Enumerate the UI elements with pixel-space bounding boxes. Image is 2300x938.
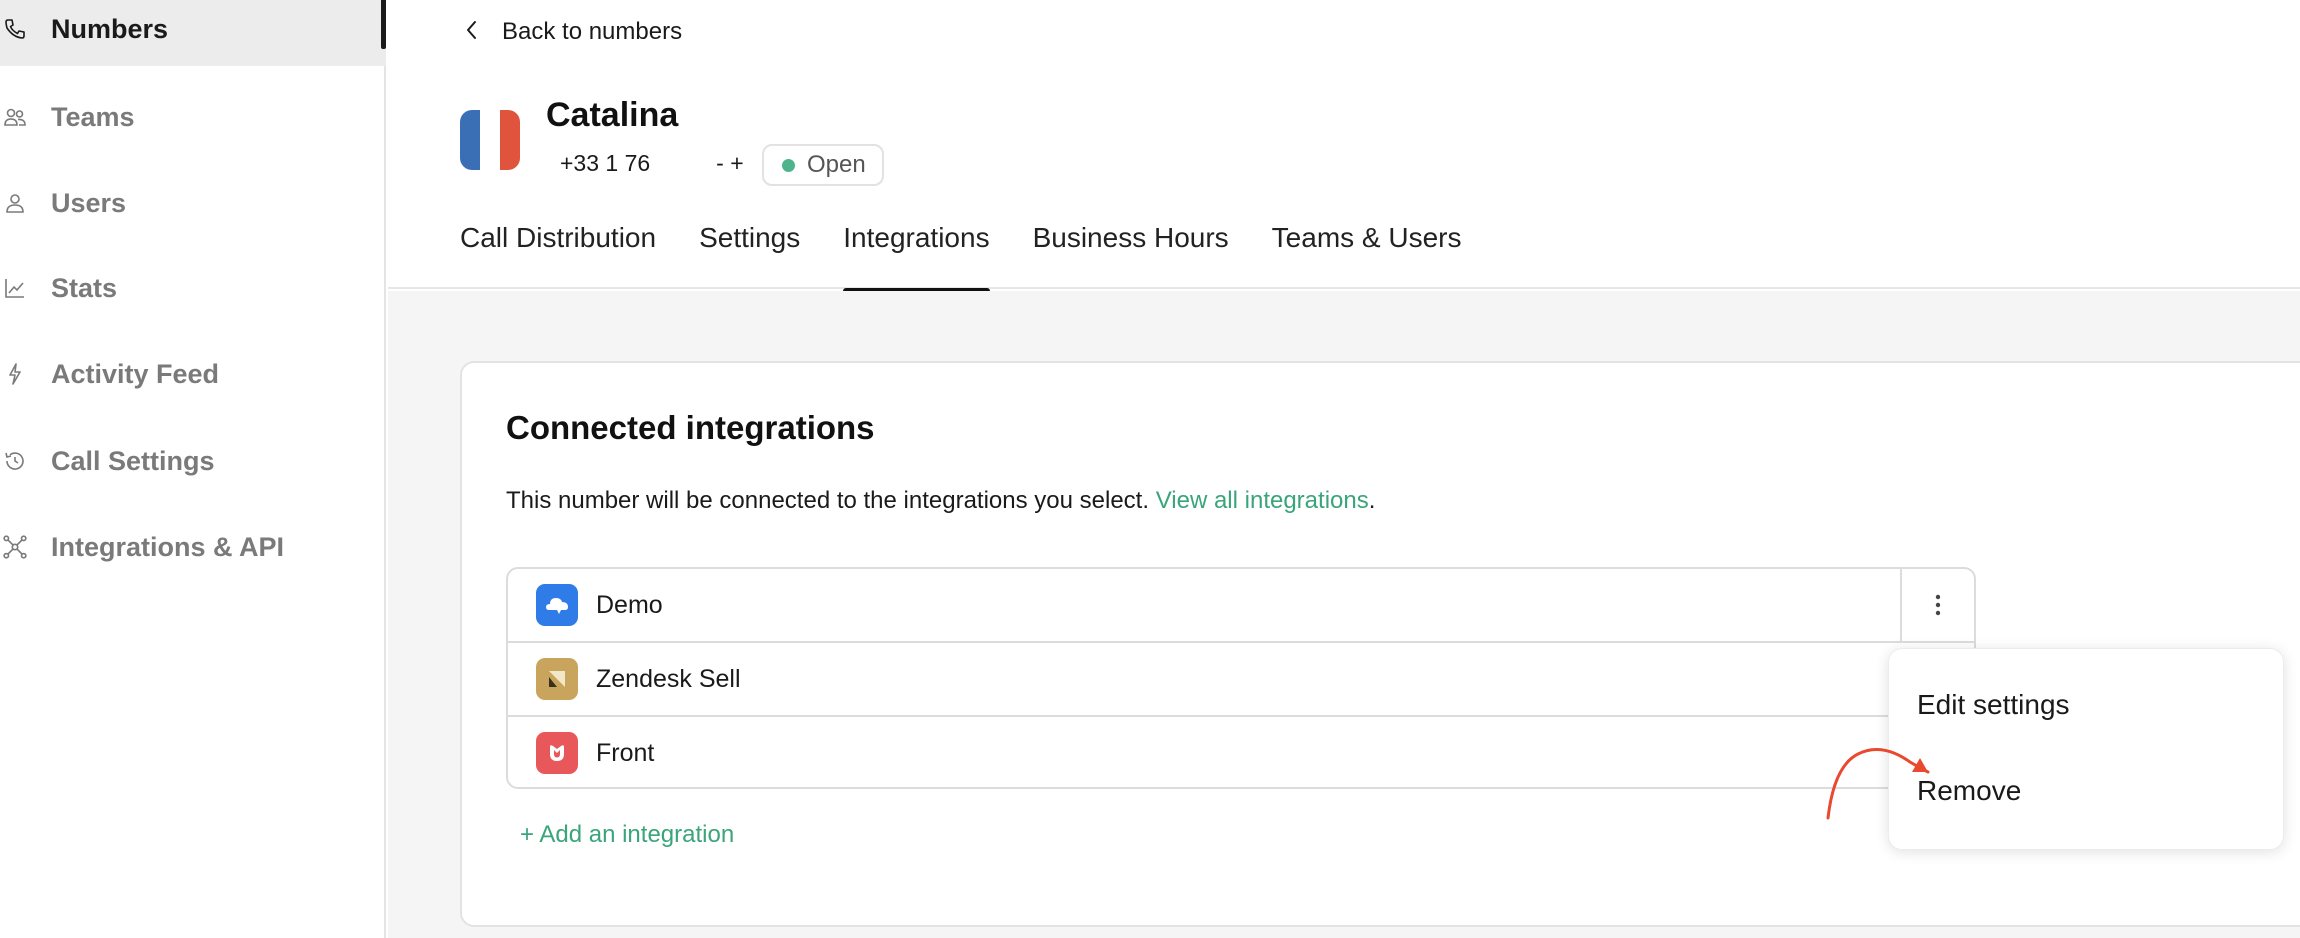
page-title: Catalina bbox=[546, 96, 679, 134]
integration-row-demo[interactable]: Demo bbox=[508, 569, 1974, 641]
sidebar-item-label: Stats bbox=[51, 272, 118, 303]
integration-name: Zendesk Sell bbox=[596, 664, 741, 693]
sidebar-item-label: Numbers bbox=[51, 13, 169, 44]
user-icon bbox=[2, 190, 28, 216]
sidebar-item-call-settings[interactable]: Call Settings bbox=[0, 424, 386, 498]
sidebar-item-label: Users bbox=[51, 187, 127, 218]
chart-icon bbox=[2, 275, 28, 301]
back-link-label: Back to numbers bbox=[502, 18, 683, 45]
sidebar-item-label: Integrations & API bbox=[51, 531, 285, 562]
zendesk-sell-icon bbox=[536, 658, 578, 700]
view-all-integrations-link[interactable]: View all integrations bbox=[1156, 487, 1369, 514]
integration-row-zendesk-sell[interactable]: Zendesk Sell bbox=[508, 643, 1974, 715]
sidebar-item-numbers[interactable]: Numbers bbox=[0, 0, 386, 66]
integration-name: Demo bbox=[596, 590, 663, 619]
sidebar-item-teams[interactable]: Teams bbox=[0, 80, 386, 154]
add-integration-button[interactable]: + Add an integration bbox=[520, 821, 734, 849]
sidebar-item-users[interactable]: Users bbox=[0, 166, 386, 240]
sidebar-item-label: Activity Feed bbox=[51, 358, 220, 389]
back-link[interactable]: Back to numbers bbox=[464, 18, 702, 46]
kebab-menu-icon bbox=[1935, 594, 1941, 616]
demo-app-icon bbox=[536, 584, 578, 626]
bolt-icon bbox=[2, 361, 28, 387]
teams-icon bbox=[2, 104, 28, 130]
sidebar-item-stats[interactable]: Stats bbox=[0, 251, 386, 325]
sidebar-item-label: Teams bbox=[51, 101, 135, 132]
front-app-icon bbox=[536, 732, 578, 774]
phone-number: +33 1 76 - + bbox=[560, 150, 744, 177]
tab-integrations[interactable]: Integrations bbox=[843, 222, 990, 295]
chevron-left-icon bbox=[464, 19, 480, 46]
sidebar-item-integrations-api[interactable]: Integrations & API bbox=[0, 510, 386, 584]
card-description: This number will be connected to the int… bbox=[506, 487, 1375, 515]
integration-name: Front bbox=[596, 738, 655, 767]
tab-settings[interactable]: Settings bbox=[699, 222, 800, 294]
tab-call-distribution[interactable]: Call Distribution bbox=[460, 222, 656, 294]
tab-business-hours[interactable]: Business Hours bbox=[1033, 222, 1229, 294]
status-badge: Open bbox=[762, 144, 884, 186]
integration-list: Demo Zendesk Sell Front bbox=[506, 567, 1976, 789]
more-options-button[interactable] bbox=[1900, 569, 1974, 641]
card-title: Connected integrations bbox=[506, 409, 875, 446]
sidebar-item-activity-feed[interactable]: Activity Feed bbox=[0, 337, 386, 411]
annotation-arrow-icon bbox=[1826, 748, 1930, 820]
phone-icon bbox=[2, 16, 28, 42]
sidebar: Numbers Teams Users Stats Activity Feed … bbox=[0, 0, 386, 938]
status-dot-icon bbox=[782, 158, 795, 172]
tab-teams-users[interactable]: Teams & Users bbox=[1272, 222, 1462, 294]
tab-bar: Call Distribution Settings Integrations … bbox=[460, 222, 1505, 295]
integration-row-front[interactable]: Front bbox=[508, 717, 1974, 787]
menu-item-edit-settings[interactable]: Edit settings bbox=[1917, 689, 2070, 721]
status-label: Open bbox=[807, 151, 866, 178]
sidebar-item-label: Call Settings bbox=[51, 445, 215, 476]
description-text: This number will be connected to the int… bbox=[506, 487, 1150, 514]
history-icon bbox=[2, 448, 28, 474]
phone-number-start: +33 1 76 bbox=[560, 150, 651, 176]
france-flag-icon bbox=[460, 110, 520, 170]
network-icon bbox=[2, 534, 28, 560]
phone-number-end: - + bbox=[716, 150, 744, 176]
description-period: . bbox=[1368, 487, 1376, 514]
number-header: Back to numbers Catalina +33 1 76 - + Ope… bbox=[388, 0, 2300, 295]
